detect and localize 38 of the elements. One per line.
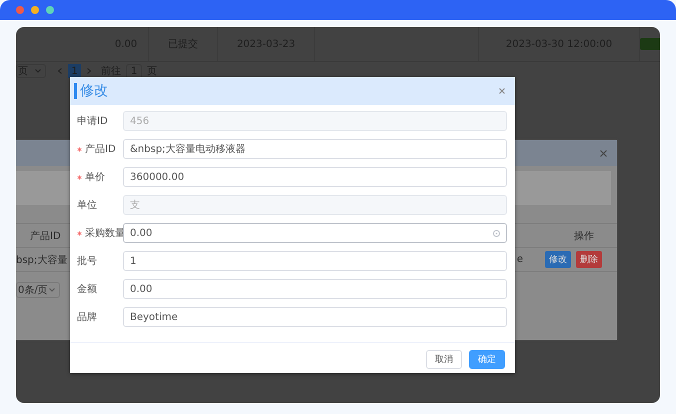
input-field[interactable]: 360000.00 xyxy=(123,167,507,187)
field-label: 申请ID xyxy=(77,114,109,128)
required-icon xyxy=(77,230,82,236)
input-field[interactable]: &nbsp;大容量电动移液器 xyxy=(123,139,507,159)
field-label: 批号 xyxy=(77,254,98,268)
previous-page-icon[interactable] xyxy=(58,68,62,74)
required-icon xyxy=(77,174,82,180)
field-label: 产品ID xyxy=(77,142,123,156)
close-icon[interactable] xyxy=(600,150,607,156)
confirm-button[interactable]: 确定 xyxy=(469,350,505,369)
delete-button[interactable]: 删除 xyxy=(576,251,602,268)
close-icon[interactable] xyxy=(499,88,505,94)
spinner-icon[interactable] xyxy=(493,230,500,236)
table-cell: e xyxy=(516,254,523,265)
edit-button[interactable]: 修改 xyxy=(545,251,571,268)
field-label: 品牌 xyxy=(77,311,98,324)
input-field[interactable]: 0.00 xyxy=(123,223,507,243)
input-field[interactable]: 0.00 xyxy=(123,279,507,299)
field-label: 金额 xyxy=(77,282,98,296)
minimize-dot-icon[interactable] xyxy=(31,6,39,14)
required-icon xyxy=(77,146,82,152)
field-label: 单价 xyxy=(77,170,123,184)
field-label: 单位 xyxy=(77,198,98,212)
caret-icon xyxy=(49,288,55,292)
next-page-icon[interactable] xyxy=(87,68,91,74)
view-button[interactable] xyxy=(640,38,660,50)
input-field[interactable]: 1 xyxy=(123,251,507,271)
caret-icon xyxy=(35,69,41,73)
cancel-button[interactable]: 取消 xyxy=(426,350,462,369)
column-header: 操作 xyxy=(574,230,594,242)
input-field[interactable]: Beyotime xyxy=(123,307,507,327)
column-header: 产品ID xyxy=(30,230,61,242)
dialog-title: 修改 xyxy=(74,83,108,99)
table-cell-text: bsp;大容量 xyxy=(16,254,68,266)
page-size-select[interactable]: 0条/页 xyxy=(16,282,60,298)
close-dot-icon[interactable] xyxy=(16,6,24,14)
maximize-dot-icon[interactable] xyxy=(46,6,54,14)
field-label: 采购数量 xyxy=(77,226,123,240)
